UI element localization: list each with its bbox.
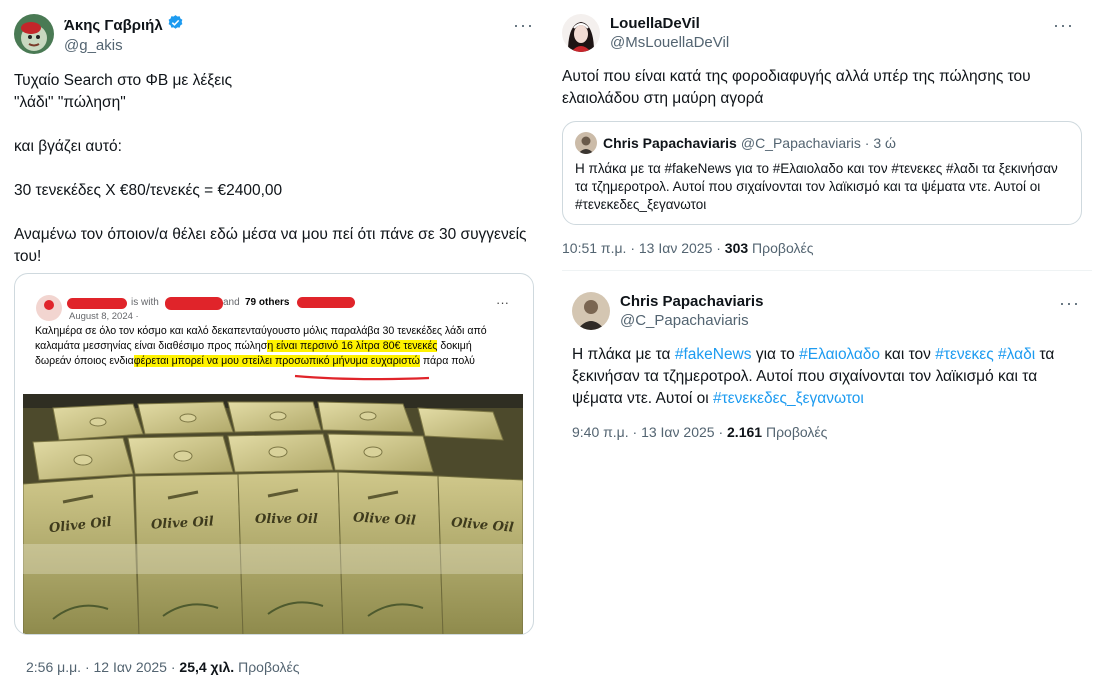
view-count: 303	[724, 240, 749, 256]
redacted-name	[67, 298, 127, 309]
quoted-author-name: Chris Papachaviaris	[603, 135, 737, 151]
red-underline-annotation	[294, 374, 430, 381]
hashtag-link[interactable]: #τενεκεδες_ξεγανωτοι	[713, 390, 864, 407]
tweet-timestamp[interactable]: 10:51 π.μ. · 13 Ιαν 2025 · 303 Προβολές	[562, 240, 813, 256]
avatar	[575, 132, 597, 154]
facebook-post-screenshot: is with and 79 others August 8, 2024 · ·…	[23, 282, 523, 634]
author-handle[interactable]: @MsLouellaDeVil	[610, 33, 729, 52]
fb-is-with: is with	[131, 297, 159, 308]
avatar[interactable]	[562, 14, 600, 52]
tweet-timestamp[interactable]: 9:40 π.μ. · 13 Ιαν 2025 · 2.161 Προβολές	[572, 424, 827, 440]
fb-more-icon: ···	[496, 295, 509, 310]
view-count: 25,4 χιλ.	[179, 659, 235, 675]
fb-post-header: is with and 79 others August 8, 2024 · ·…	[35, 292, 511, 322]
hashtag-link[interactable]: #τενεκες	[935, 346, 993, 363]
quoted-tweet[interactable]: Chris Papachaviaris @C_Papachaviaris · 3…	[562, 121, 1082, 225]
olive-oil-tins-photo: Olive Oil Olive Oil Olive Oil Olive Oil …	[23, 394, 523, 634]
tweet-louelladevil[interactable]: LouellaDeVil @MsLouellaDeVil ··· Αυτοί π…	[562, 14, 1082, 110]
verified-badge-icon	[167, 14, 184, 36]
hashtag-link[interactable]: #fakeNews	[675, 346, 752, 363]
avatar[interactable]	[14, 14, 54, 54]
divider	[562, 270, 1092, 271]
fb-post-date: August 8, 2024 ·	[69, 311, 139, 322]
hashtag-link[interactable]: #λαδι	[998, 346, 1035, 363]
author-handle[interactable]: @g_akis	[64, 36, 184, 55]
tweet-c-papachaviaris[interactable]: Chris Papachaviaris @C_Papachaviaris ···…	[572, 292, 1092, 410]
view-count: 2.161	[727, 424, 763, 440]
author-name[interactable]: Άκης Γαβριήλ	[64, 16, 163, 35]
tweet-g-akis[interactable]: Άκης Γαβριήλ @g_akis ··· Τυχαίο Search σ…	[14, 14, 534, 268]
more-options-icon[interactable]: ···	[513, 16, 534, 34]
fb-others: 79 others	[245, 297, 290, 308]
tweet-text: Τυχαίο Search στο ΦΒ με λέξεις "λάδι" "π…	[14, 72, 527, 265]
author-name[interactable]: Chris Papachaviaris	[620, 292, 763, 311]
redacted-name	[297, 297, 355, 308]
olive-oil-label: Olive Oil	[255, 512, 318, 527]
tweet-media-screenshot[interactable]: is with and 79 others August 8, 2024 · ·…	[14, 273, 534, 635]
fb-and: and	[223, 297, 240, 308]
fb-avatar-icon	[36, 295, 62, 321]
avatar[interactable]	[572, 292, 610, 330]
quoted-author-handle: @C_Papachaviaris · 3 ώ	[740, 135, 896, 151]
author-name[interactable]: LouellaDeVil	[610, 14, 729, 33]
more-options-icon[interactable]: ···	[1053, 16, 1074, 34]
olive-oil-label: Olive Oil	[352, 510, 417, 529]
author-handle[interactable]: @C_Papachaviaris	[620, 311, 763, 330]
tweet-timestamp[interactable]: 2:56 μ.μ. · 12 Ιαν 2025 · 25,4 χιλ. Προβ…	[26, 659, 300, 675]
fb-post-text: Καλημέρα σε όλο τον κόσμο και καλό δεκαπ…	[35, 325, 487, 367]
quoted-tweet-text: Η πλάκα με τα #fakeNews για το #Ελαιολαδ…	[575, 161, 1058, 212]
more-options-icon[interactable]: ···	[1059, 294, 1080, 312]
redacted-name	[165, 297, 223, 310]
hashtag-link[interactable]: #Ελαιολαδο	[799, 346, 880, 363]
tweet-text: Αυτοί που είναι κατά της φοροδιαφυγής αλ…	[562, 68, 1035, 107]
tweet-text: Η πλάκα με τα #fakeNews για το #Ελαιολαδ…	[572, 346, 1059, 407]
